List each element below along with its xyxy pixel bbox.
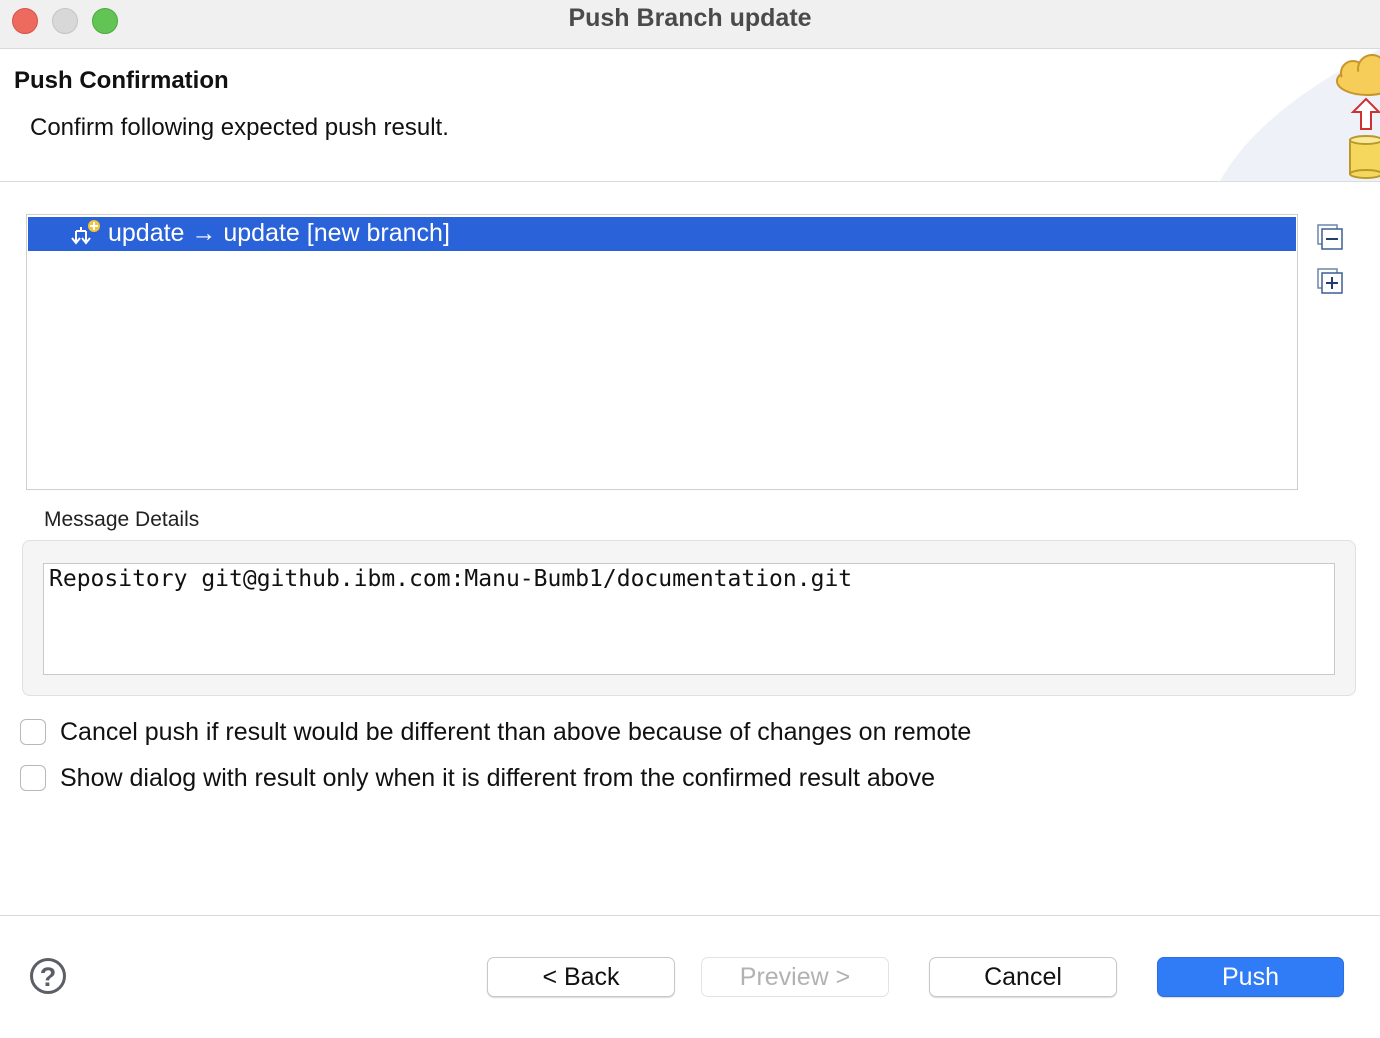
cancel-button[interactable]: Cancel bbox=[929, 957, 1117, 997]
tree-row-label: update → update [new branch] bbox=[108, 219, 450, 247]
help-icon[interactable]: ? bbox=[30, 958, 66, 994]
collapse-all-icon[interactable] bbox=[1316, 223, 1344, 251]
push-branch-dialog: Push Branch update Push Confirmation Con… bbox=[0, 0, 1380, 1038]
window-title: Push Branch update bbox=[568, 4, 812, 32]
footer-separator bbox=[0, 915, 1380, 916]
page-description: Confirm following expected push result. bbox=[30, 114, 449, 141]
page-title: Push Confirmation bbox=[14, 67, 229, 94]
tree-row-update[interactable]: update → update [new branch] bbox=[28, 217, 1296, 251]
title-bar: Push Branch update bbox=[0, 0, 1380, 49]
preview-button[interactable]: Preview > bbox=[701, 957, 889, 997]
expand-all-icon[interactable] bbox=[1316, 267, 1344, 295]
back-button[interactable]: < Back bbox=[487, 957, 675, 997]
message-details-label: Message Details bbox=[44, 508, 200, 531]
wizard-header: Push Confirmation Confirm following expe… bbox=[0, 49, 1380, 182]
push-banner-icon bbox=[1220, 49, 1380, 181]
push-button[interactable]: Push bbox=[1157, 957, 1344, 997]
cancel-if-different-label: Cancel push if result would be different… bbox=[60, 718, 972, 746]
message-details-text[interactable]: Repository git@github.ibm.com:Manu-Bumb1… bbox=[43, 563, 1335, 675]
push-result-tree[interactable]: update → update [new branch] bbox=[26, 214, 1298, 490]
message-details-group: Repository git@github.ibm.com:Manu-Bumb1… bbox=[22, 540, 1356, 696]
new-branch-icon bbox=[71, 220, 100, 245]
cancel-if-different-checkbox[interactable] bbox=[20, 719, 46, 745]
show-dialog-label: Show dialog with result only when it is … bbox=[60, 764, 935, 792]
show-dialog-checkbox[interactable] bbox=[20, 765, 46, 791]
